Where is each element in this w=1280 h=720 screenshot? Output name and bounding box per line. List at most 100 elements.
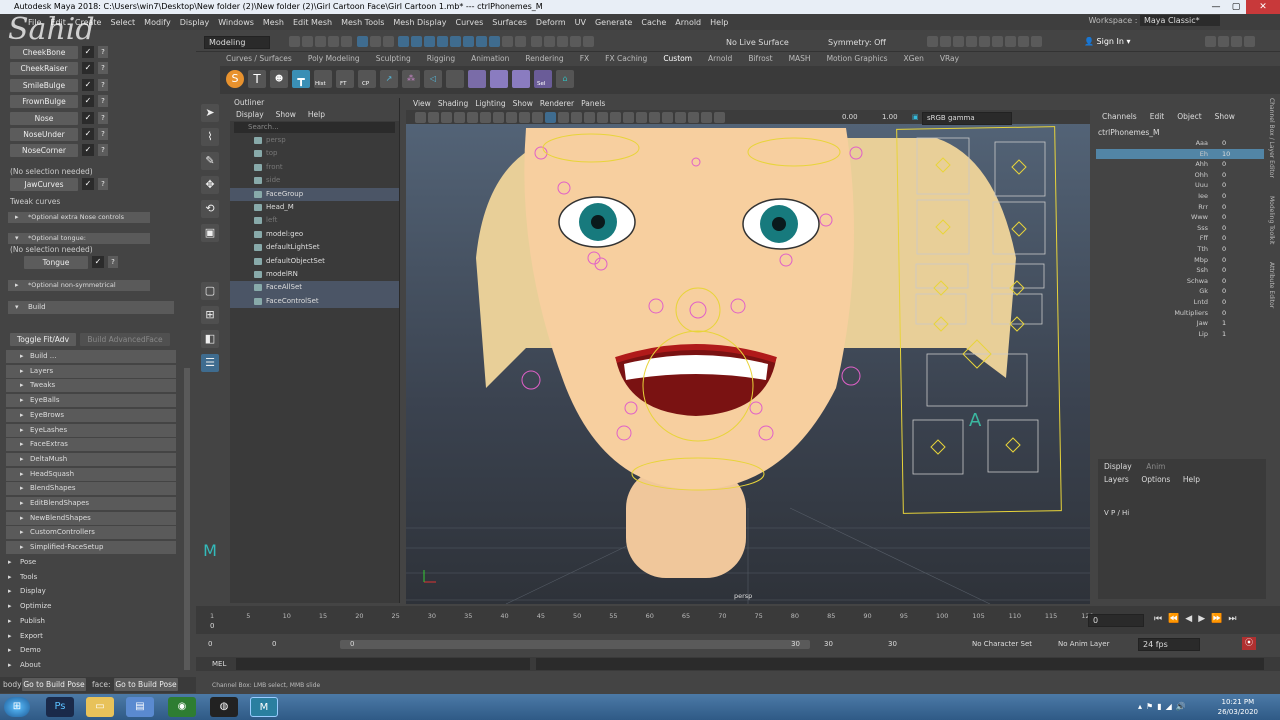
- snap-view-2-icon[interactable]: [582, 36, 594, 47]
- control-smilebulge-help[interactable]: ?: [98, 78, 108, 91]
- control-nosecorner-help[interactable]: ?: [98, 144, 108, 157]
- snap-point-2-icon[interactable]: [556, 36, 568, 47]
- shelf-back-icon[interactable]: ◁: [424, 70, 442, 88]
- channel-value[interactable]: 0: [1222, 233, 1226, 244]
- menu-generate[interactable]: Generate: [595, 18, 632, 27]
- snap-plane-icon[interactable]: [569, 36, 581, 47]
- outliner-menu-show[interactable]: Show: [276, 108, 296, 121]
- control-frownbulge-checkbox[interactable]: ✓: [82, 95, 94, 108]
- taskbar-photoshop[interactable]: Ps: [46, 697, 74, 717]
- control-cheekraiser-button[interactable]: CheekRaiser: [10, 62, 78, 76]
- command-input[interactable]: [236, 658, 530, 670]
- channel-multipliers[interactable]: Multipliers 0: [1096, 308, 1264, 319]
- outliner-item-front[interactable]: front: [230, 161, 399, 174]
- menu-help[interactable]: Help: [710, 18, 728, 27]
- outliner-menu-display[interactable]: Display: [236, 108, 264, 121]
- open-scene-icon[interactable]: [302, 36, 313, 47]
- maximize-button[interactable]: ▢: [1226, 0, 1246, 14]
- optional-nose-frame[interactable]: *Optional extra Nose controls: [8, 212, 150, 223]
- channel-value[interactable]: 0: [1222, 212, 1226, 223]
- channel-menu-edit[interactable]: Edit: [1150, 112, 1165, 121]
- channel-value[interactable]: 0: [1222, 223, 1226, 234]
- system-tray[interactable]: ▴⚑▮◢🔊: [1138, 702, 1190, 711]
- command-language-label[interactable]: MEL: [212, 660, 226, 668]
- close-button[interactable]: ✕: [1246, 0, 1280, 14]
- menu-windows[interactable]: Windows: [218, 18, 254, 27]
- shelf-tab-animation[interactable]: Animation: [471, 54, 509, 66]
- sign-in-button[interactable]: 👤 Sign In ▾: [1084, 37, 1131, 46]
- menu-surfaces[interactable]: Surfaces: [492, 18, 527, 27]
- channel-menu-object[interactable]: Object: [1177, 112, 1201, 121]
- channel-ssh[interactable]: Ssh 0: [1096, 265, 1264, 276]
- outliner-item-model-geo[interactable]: model:geo: [230, 228, 399, 241]
- mask-icon[interactable]: [515, 36, 527, 47]
- channel-value[interactable]: 0: [1222, 265, 1226, 276]
- channel-tth[interactable]: Tth 0: [1096, 244, 1264, 255]
- channel-menu-show[interactable]: Show: [1215, 112, 1235, 121]
- shelf-script-icon[interactable]: [446, 70, 464, 88]
- section-editblendshapes[interactable]: EditBlendShapes: [6, 497, 176, 510]
- channel-value[interactable]: 1: [1222, 329, 1226, 340]
- play-icon[interactable]: [1018, 36, 1029, 47]
- control-cheekbone-button[interactable]: CheekBone: [10, 46, 78, 59]
- scale-tool-icon[interactable]: ▣: [201, 224, 219, 242]
- control-nose-checkbox[interactable]: ✓: [82, 111, 94, 124]
- character-set-dropdown[interactable]: No Character Set: [972, 640, 1032, 648]
- section-tools[interactable]: Tools: [0, 570, 180, 584]
- section-eyeballs[interactable]: EyeBalls: [6, 394, 176, 408]
- shelf-film-icon[interactable]: [468, 70, 486, 88]
- channel-aaa[interactable]: Aaa 0: [1096, 138, 1264, 149]
- channel-gk[interactable]: Gk 0: [1096, 286, 1264, 297]
- left-panel-scrollbar[interactable]: [184, 368, 190, 670]
- channel-ahh[interactable]: Ahh 0: [1096, 159, 1264, 170]
- outliner-item-modelrn[interactable]: modelRN: [230, 268, 399, 281]
- channel-schwa[interactable]: Schwa 0: [1096, 276, 1264, 287]
- snap-surface-icon[interactable]: [437, 36, 449, 47]
- shelf-tab-fx[interactable]: FX: [580, 54, 589, 66]
- snap-curve-icon[interactable]: [411, 36, 423, 47]
- snap-grid-icon[interactable]: [398, 36, 410, 47]
- channel-ohh[interactable]: Ohh 0: [1096, 170, 1264, 181]
- snap-point-icon[interactable]: [424, 36, 436, 47]
- shelf-cp-icon[interactable]: CP: [358, 70, 376, 88]
- shelf-arrow-icon[interactable]: ↗: [380, 70, 398, 88]
- select-tool-icon[interactable]: ➤: [201, 104, 219, 122]
- shelf-skull-icon[interactable]: ☻: [270, 70, 288, 88]
- modeling-toolkit-icon[interactable]: [1205, 36, 1216, 47]
- layers-menu[interactable]: Layers: [1104, 475, 1129, 484]
- shelf-home-icon[interactable]: ⌂: [556, 70, 574, 88]
- channel-value[interactable]: 0: [1222, 191, 1226, 202]
- section-faceextras[interactable]: FaceExtras: [6, 438, 176, 452]
- render-setup-icon[interactable]: [992, 36, 1003, 47]
- start-button[interactable]: ⊞: [4, 697, 30, 717]
- light-editor-icon[interactable]: [1005, 36, 1016, 47]
- outliner-item-top[interactable]: top: [230, 147, 399, 160]
- channel-value[interactable]: 0: [1222, 138, 1226, 149]
- section-headsquash[interactable]: HeadSquash: [6, 467, 176, 481]
- build-frame[interactable]: Build: [8, 301, 174, 314]
- outliner-item-side[interactable]: side: [230, 174, 399, 187]
- shelf-joint-icon[interactable]: ⁂: [402, 70, 420, 88]
- channel-value[interactable]: 0: [1222, 180, 1226, 191]
- workspace-dropdown[interactable]: Maya Classic*: [1140, 15, 1220, 26]
- section-deltamush[interactable]: DeltaMush: [6, 452, 176, 466]
- build-advanced-face-button[interactable]: Build AdvancedFace: [80, 333, 170, 346]
- undo-icon[interactable]: [328, 36, 339, 47]
- render-view-icon[interactable]: [927, 36, 938, 47]
- select-hierarchy-icon[interactable]: [356, 36, 368, 47]
- shelf-tab-bifrost[interactable]: Bifrost: [748, 54, 772, 66]
- channel-www[interactable]: Www 0: [1096, 212, 1264, 223]
- toggle-fit-button[interactable]: Toggle Fit/Adv: [10, 333, 76, 346]
- outliner-menu-help[interactable]: Help: [308, 108, 325, 121]
- section-layers[interactable]: Layers: [6, 364, 176, 378]
- current-frame-field[interactable]: 0: [1088, 614, 1144, 627]
- control-nosecorner-button[interactable]: NoseCorner: [10, 144, 78, 158]
- shelf-tab-sculpting[interactable]: Sculpting: [376, 54, 411, 66]
- menu-curves[interactable]: Curves: [455, 18, 483, 27]
- outliner-item-head-m[interactable]: Head_M: [230, 201, 399, 214]
- outliner-item-defaultobjectset[interactable]: defaultObjectSet: [230, 255, 399, 268]
- outliner-item-faceallset[interactable]: FaceAllSet: [230, 281, 399, 295]
- playback-controls[interactable]: ⏮⏪◀▶⏩⏭: [1154, 614, 1242, 624]
- menu-select[interactable]: Select: [110, 18, 135, 27]
- channel-value[interactable]: 0: [1222, 276, 1226, 287]
